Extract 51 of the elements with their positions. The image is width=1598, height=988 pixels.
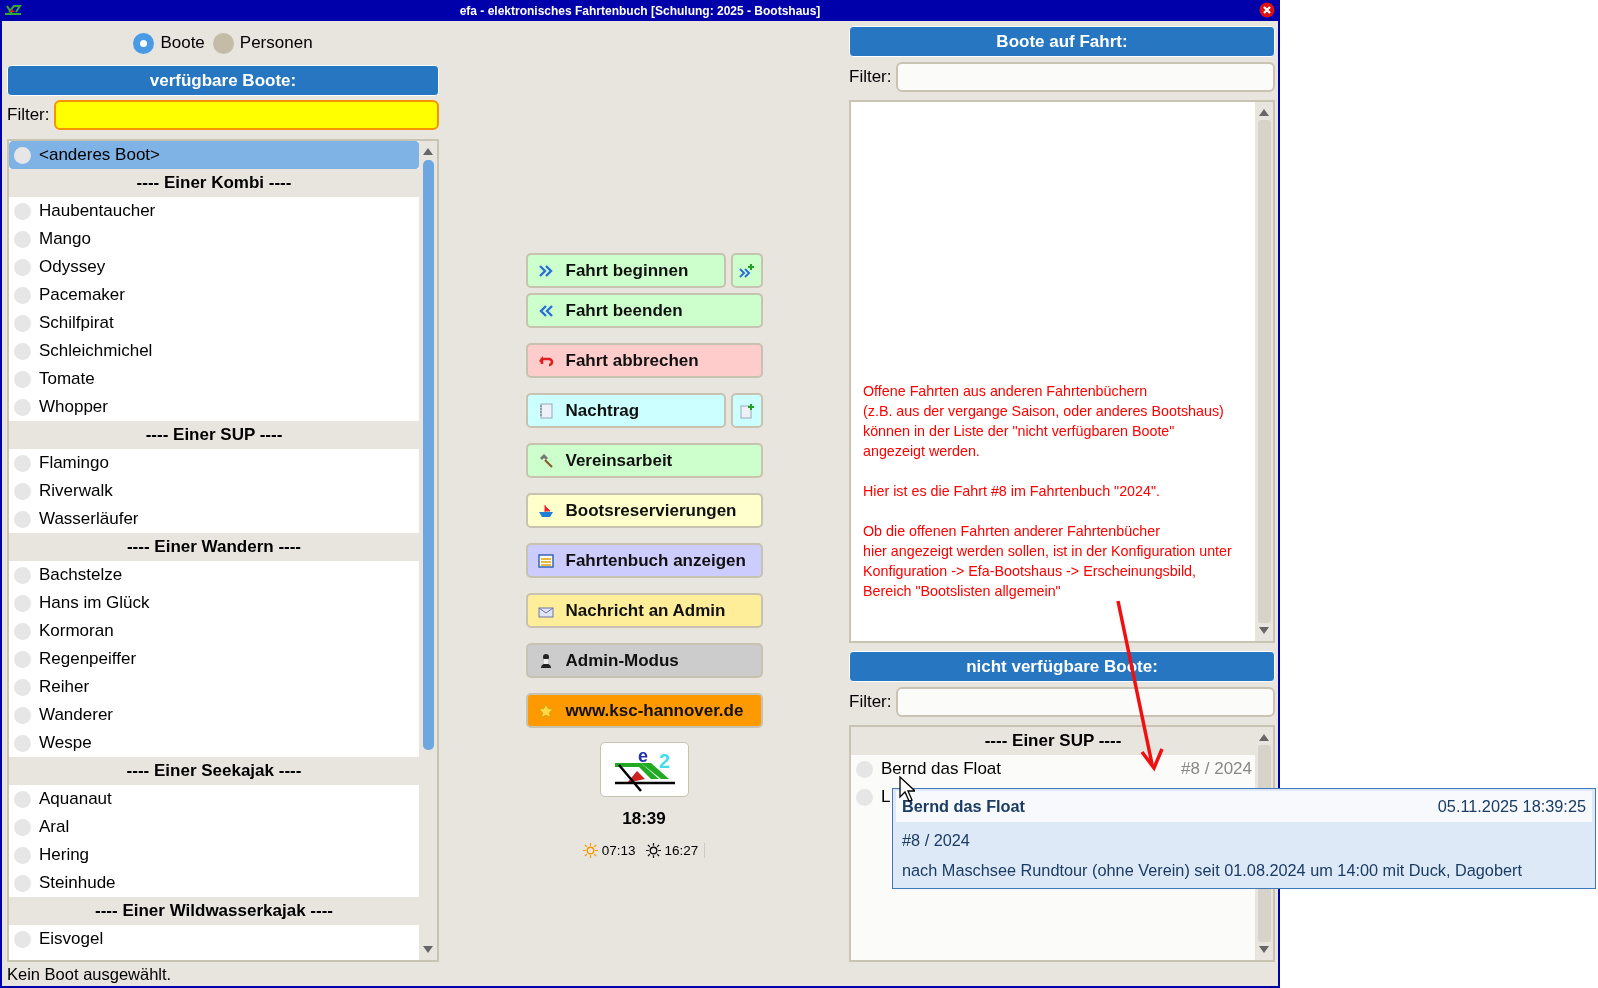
item-label: Regenpeiffer xyxy=(39,649,137,669)
item-label: <anderes Boot> xyxy=(39,145,160,165)
item-label: Schilfpirat xyxy=(39,313,114,333)
window-title: efa - elektronisches Fahrtenbuch [Schulung: 2025 - Bootshaus] xyxy=(459,3,821,18)
item-label: Riverwalk xyxy=(39,481,113,501)
group-header: ---- Einer Wildwasserkajak ---- xyxy=(9,897,419,925)
efa-logo: e 2 xyxy=(599,742,689,797)
item-label: Wespe xyxy=(39,733,92,753)
item-label: Whopper xyxy=(39,397,108,417)
item-label: Eisvogel xyxy=(39,929,104,949)
item-label: Kormoran xyxy=(39,621,114,641)
status-text: Kein Boot ausgewählt. xyxy=(6,963,173,985)
item-label: Bachstelze xyxy=(39,565,123,585)
item-label: Odyssey xyxy=(39,257,106,277)
item-label: Steinhude xyxy=(39,873,116,893)
item-label: Wasserläufer xyxy=(39,509,139,529)
section-header: verfügbare Boote: xyxy=(7,65,439,96)
group-header: ---- Einer SUP ---- xyxy=(9,421,419,449)
note-text: Hier ist es die Fahrt #8 im Fahrtenbuch "2024". xyxy=(863,482,1162,501)
filter-label: Filter: xyxy=(7,105,50,125)
section-header: Boote auf Fahrt: xyxy=(849,26,1275,57)
tooltip-timestamp: 05.11.2025 18:39:25 xyxy=(1437,797,1586,816)
trip-number: #8 / 2024 xyxy=(1181,759,1253,779)
note-text: Ob die offenen Fahrten anderer Fahrtenbücher hier angezeigt werden sollen, ist in der Konfiguration unter Konfiguration -> Efa-Bootshaus -> Erscheinungsbild, Bereich "Bootslisten allgemein" xyxy=(863,522,1233,601)
sunrise-time: 07:13 xyxy=(601,843,636,858)
item-label: Hering xyxy=(39,845,90,865)
filter-label: Filter: xyxy=(849,67,892,87)
clock-time: 18:39 xyxy=(622,809,666,829)
filter-label: Filter: xyxy=(849,692,892,712)
item-label: Hans im Glück xyxy=(39,593,150,613)
item-label: Wanderer xyxy=(39,705,113,725)
group-header: ---- Einer Seekajak ---- xyxy=(9,757,419,785)
item-label: Schleichmichel xyxy=(39,341,153,361)
item-label: Aquanaut xyxy=(39,789,112,809)
item-label: Mango xyxy=(39,229,91,249)
sunset-time: 16:27 xyxy=(664,843,699,858)
item-label: Aral xyxy=(39,817,70,837)
note-text: Offene Fahrten aus anderen Fahrtenbüchern (z.B. aus der vergange Saison, oder anderes Bootshaus) können in der Liste der "nicht verfügbaren Boote" angezeigt werden. xyxy=(863,382,1225,461)
group-header: ---- Einer Wandern ---- xyxy=(9,533,419,561)
tooltip-text: nach Maschsee Rundtour (ohne Verein) seit 01.08.2024 um 14:00 mit Duck, Dagobert xyxy=(901,860,1523,881)
item-label: Pacemaker xyxy=(39,285,125,305)
item-label: Flamingo xyxy=(39,453,109,473)
item-label: L xyxy=(881,787,891,807)
item-label: Haubentaucher xyxy=(39,201,156,221)
item-label: Reiher xyxy=(39,677,90,697)
group-header: ---- Einer SUP ---- xyxy=(851,727,1255,755)
group-header: ---- Einer Kombi ---- xyxy=(9,169,419,197)
tooltip-text: #8 / 2024 xyxy=(901,830,971,851)
item-label: Bernd das Float xyxy=(881,759,1001,779)
item-label: Tomate xyxy=(39,369,95,389)
tooltip-title: Bernd das Float xyxy=(902,797,1026,816)
